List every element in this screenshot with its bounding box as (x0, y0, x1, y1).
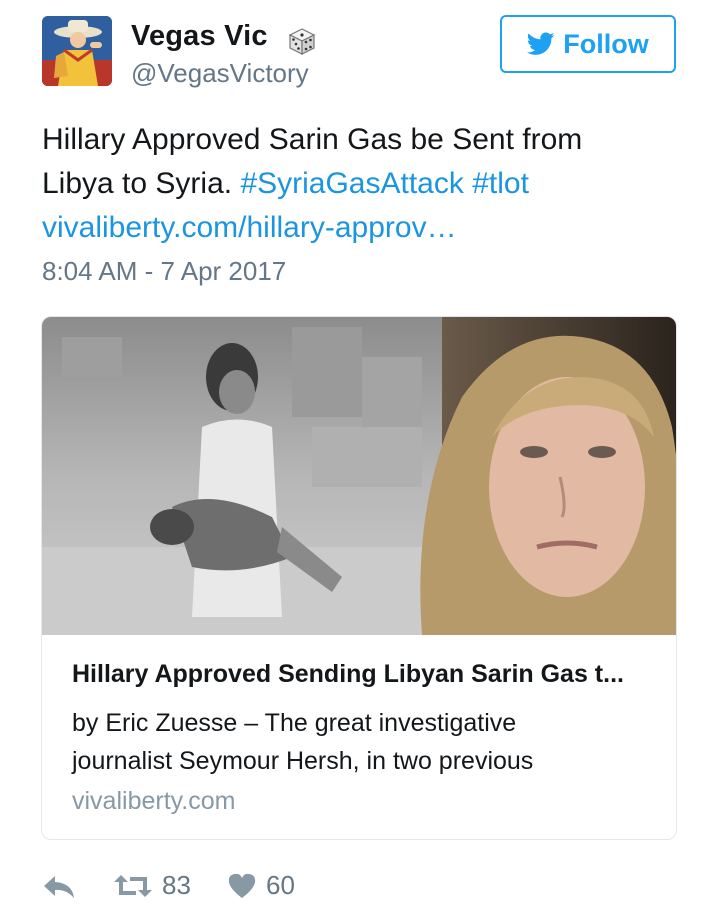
link-card[interactable]: Hillary Approved Sending Libyan Sarin Ga… (41, 316, 677, 840)
like-button[interactable]: 60 (228, 870, 295, 901)
card-title: Hillary Approved Sending Libyan Sarin Ga… (72, 660, 624, 688)
twitter-bird-icon (527, 32, 555, 55)
hashtag-tlot[interactable]: #tlot (472, 167, 529, 200)
card-description-line: by Eric Zuesse – The great investigative (72, 709, 517, 737)
user-handle[interactable]: @VegasVictory (131, 58, 309, 89)
reply-icon[interactable] (42, 872, 76, 900)
retweet-count: 83 (162, 870, 191, 900)
tweet-link[interactable]: vivaliberty.com/hillary-approv… (42, 206, 682, 250)
like-count: 60 (266, 870, 295, 900)
dice-icon (288, 28, 316, 55)
follow-button-label: Follow (563, 28, 649, 59)
hashtag-syriagasattack[interactable]: #SyriaGasAttack (240, 167, 463, 200)
avatar[interactable] (42, 16, 112, 86)
card-description-line: journalist Seymour Hersh, in two previou… (72, 747, 534, 775)
card-domain: vivaliberty.com (72, 787, 236, 815)
tweet-text-plain: Libya to Syria. (42, 167, 241, 200)
card-description: by Eric Zuesse – The great investigative… (72, 704, 652, 780)
follow-button[interactable]: Follow (500, 15, 676, 73)
avatar-cowboy-image (42, 16, 112, 86)
tweet-timestamp[interactable]: 8:04 AM - 7 Apr 2017 (42, 256, 286, 287)
heart-icon (228, 873, 256, 898)
retweet-button[interactable]: 83 (114, 870, 191, 901)
tweet-text-line: Hillary Approved Sarin Gas be Sent from (42, 123, 583, 156)
display-name[interactable]: Vegas Vic (131, 20, 268, 53)
tweet-text-line: Libya to Syria. #SyriaGasAttack #tlot (42, 162, 682, 206)
tweet-text: Hillary Approved Sarin Gas be Sent from … (42, 118, 682, 250)
retweet-icon (114, 874, 152, 897)
card-image (42, 317, 676, 635)
